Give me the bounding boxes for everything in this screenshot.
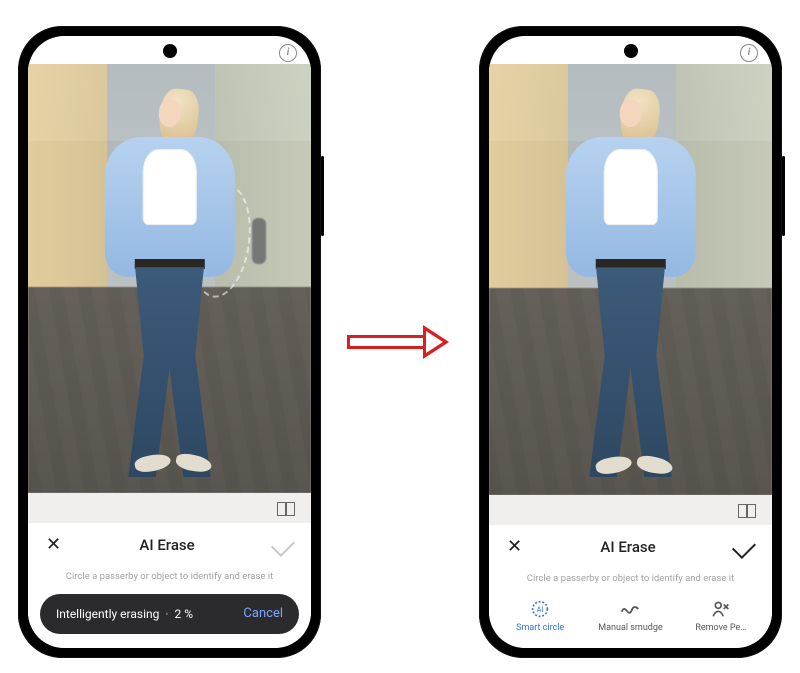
compare-bar xyxy=(489,495,772,525)
compare-bar xyxy=(28,493,311,523)
screen-after: i xyxy=(489,36,772,648)
svg-text:AI: AI xyxy=(537,604,544,613)
close-button[interactable]: ✕ xyxy=(46,534,61,555)
camera-hole xyxy=(163,44,177,58)
title-row: ✕ AI Erase xyxy=(489,525,772,569)
cancel-button[interactable]: Cancel xyxy=(243,606,283,621)
progress-area: Intelligently erasing · 2 % Cancel xyxy=(28,590,311,648)
subject-person xyxy=(551,89,709,477)
confirm-button[interactable] xyxy=(732,535,756,559)
progress-separator: · xyxy=(165,607,168,621)
compare-icon[interactable] xyxy=(277,500,295,516)
arrow xyxy=(340,327,460,357)
page-title: AI Erase xyxy=(600,538,655,556)
layout-row: i xyxy=(0,10,800,673)
hint-text: Circle a passerby or object to identify … xyxy=(489,569,772,592)
tool-smart-circle[interactable]: AI Smart circle xyxy=(502,598,578,634)
photo-canvas[interactable] xyxy=(489,64,772,495)
progress-pill: Intelligently erasing · 2 % Cancel xyxy=(40,594,299,634)
screen-before: i xyxy=(28,36,311,648)
tool-manual-smudge[interactable]: Manual smudge xyxy=(592,598,668,634)
confirm-button-disabled xyxy=(271,532,295,556)
manual-smudge-icon xyxy=(619,598,641,620)
compare-icon[interactable] xyxy=(738,502,756,518)
smart-circle-icon: AI xyxy=(529,598,551,620)
arrow-icon xyxy=(345,327,455,357)
progress-value: 2 % xyxy=(175,607,194,621)
tool-row: AI Smart circle Manual smudge xyxy=(489,592,772,648)
camera-hole xyxy=(624,44,638,58)
info-icon[interactable]: i xyxy=(740,44,758,62)
hint-text: Circle a passerby or object to identify … xyxy=(28,567,311,590)
subject-person xyxy=(90,89,248,475)
progress-label: Intelligently erasing xyxy=(56,607,159,621)
tool-remove-person[interactable]: Remove Pe… xyxy=(683,598,759,634)
comparison-figure: i xyxy=(0,0,800,673)
tool-label: Smart circle xyxy=(516,624,564,634)
tool-label: Manual smudge xyxy=(598,624,662,634)
passerby-2 xyxy=(252,218,266,264)
phone-before: i xyxy=(18,26,321,658)
title-row: ✕ AI Erase xyxy=(28,523,311,567)
phone-after: i xyxy=(479,26,782,658)
tool-label: Remove Pe… xyxy=(695,624,746,634)
photo-canvas[interactable] xyxy=(28,64,311,493)
close-button[interactable]: ✕ xyxy=(507,536,522,557)
page-title: AI Erase xyxy=(139,536,194,554)
info-icon[interactable]: i xyxy=(279,44,297,62)
remove-person-icon xyxy=(710,598,732,620)
